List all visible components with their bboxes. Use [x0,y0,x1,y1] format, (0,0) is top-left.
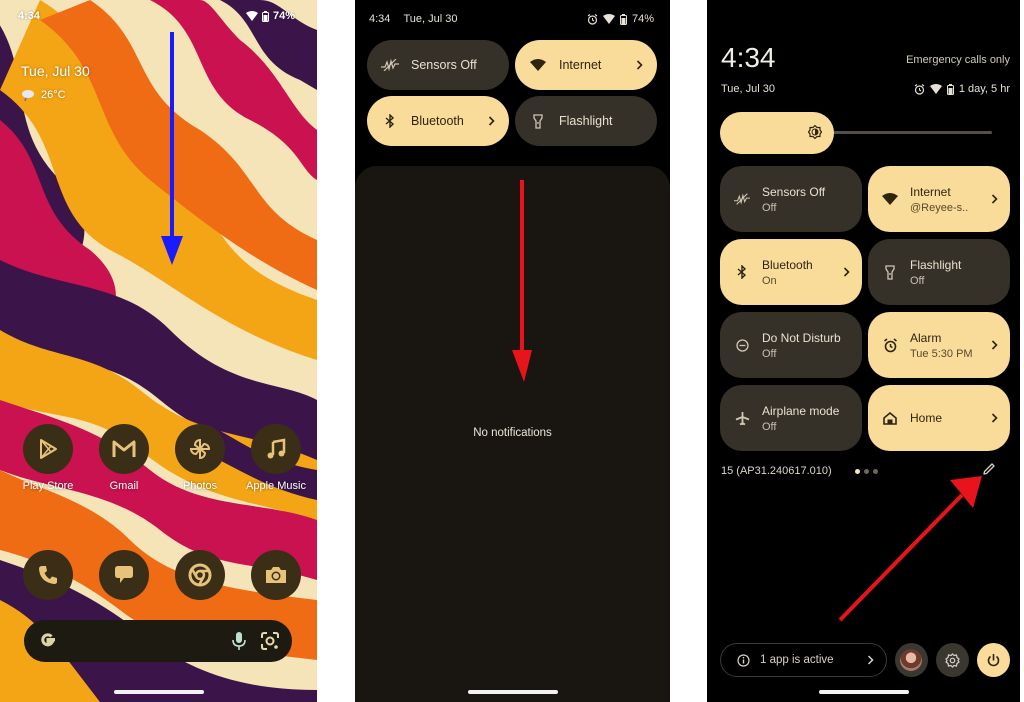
quick-settings-panel: 4:34 Emergency calls only Tue, Jul 30 1 … [707,0,1020,702]
swipe-down-arrow-annotation [512,180,532,382]
swipe-down-arrow-annotation [161,32,183,265]
edit-button-arrow-annotation [838,476,982,622]
home-screen-panel: 4:34 74% Tue, Jul 30 26°C Play Store Gma… [0,0,317,702]
notification-shade-panel: 4:34 Tue, Jul 30 74% Sensors Off Interne… [355,0,670,702]
